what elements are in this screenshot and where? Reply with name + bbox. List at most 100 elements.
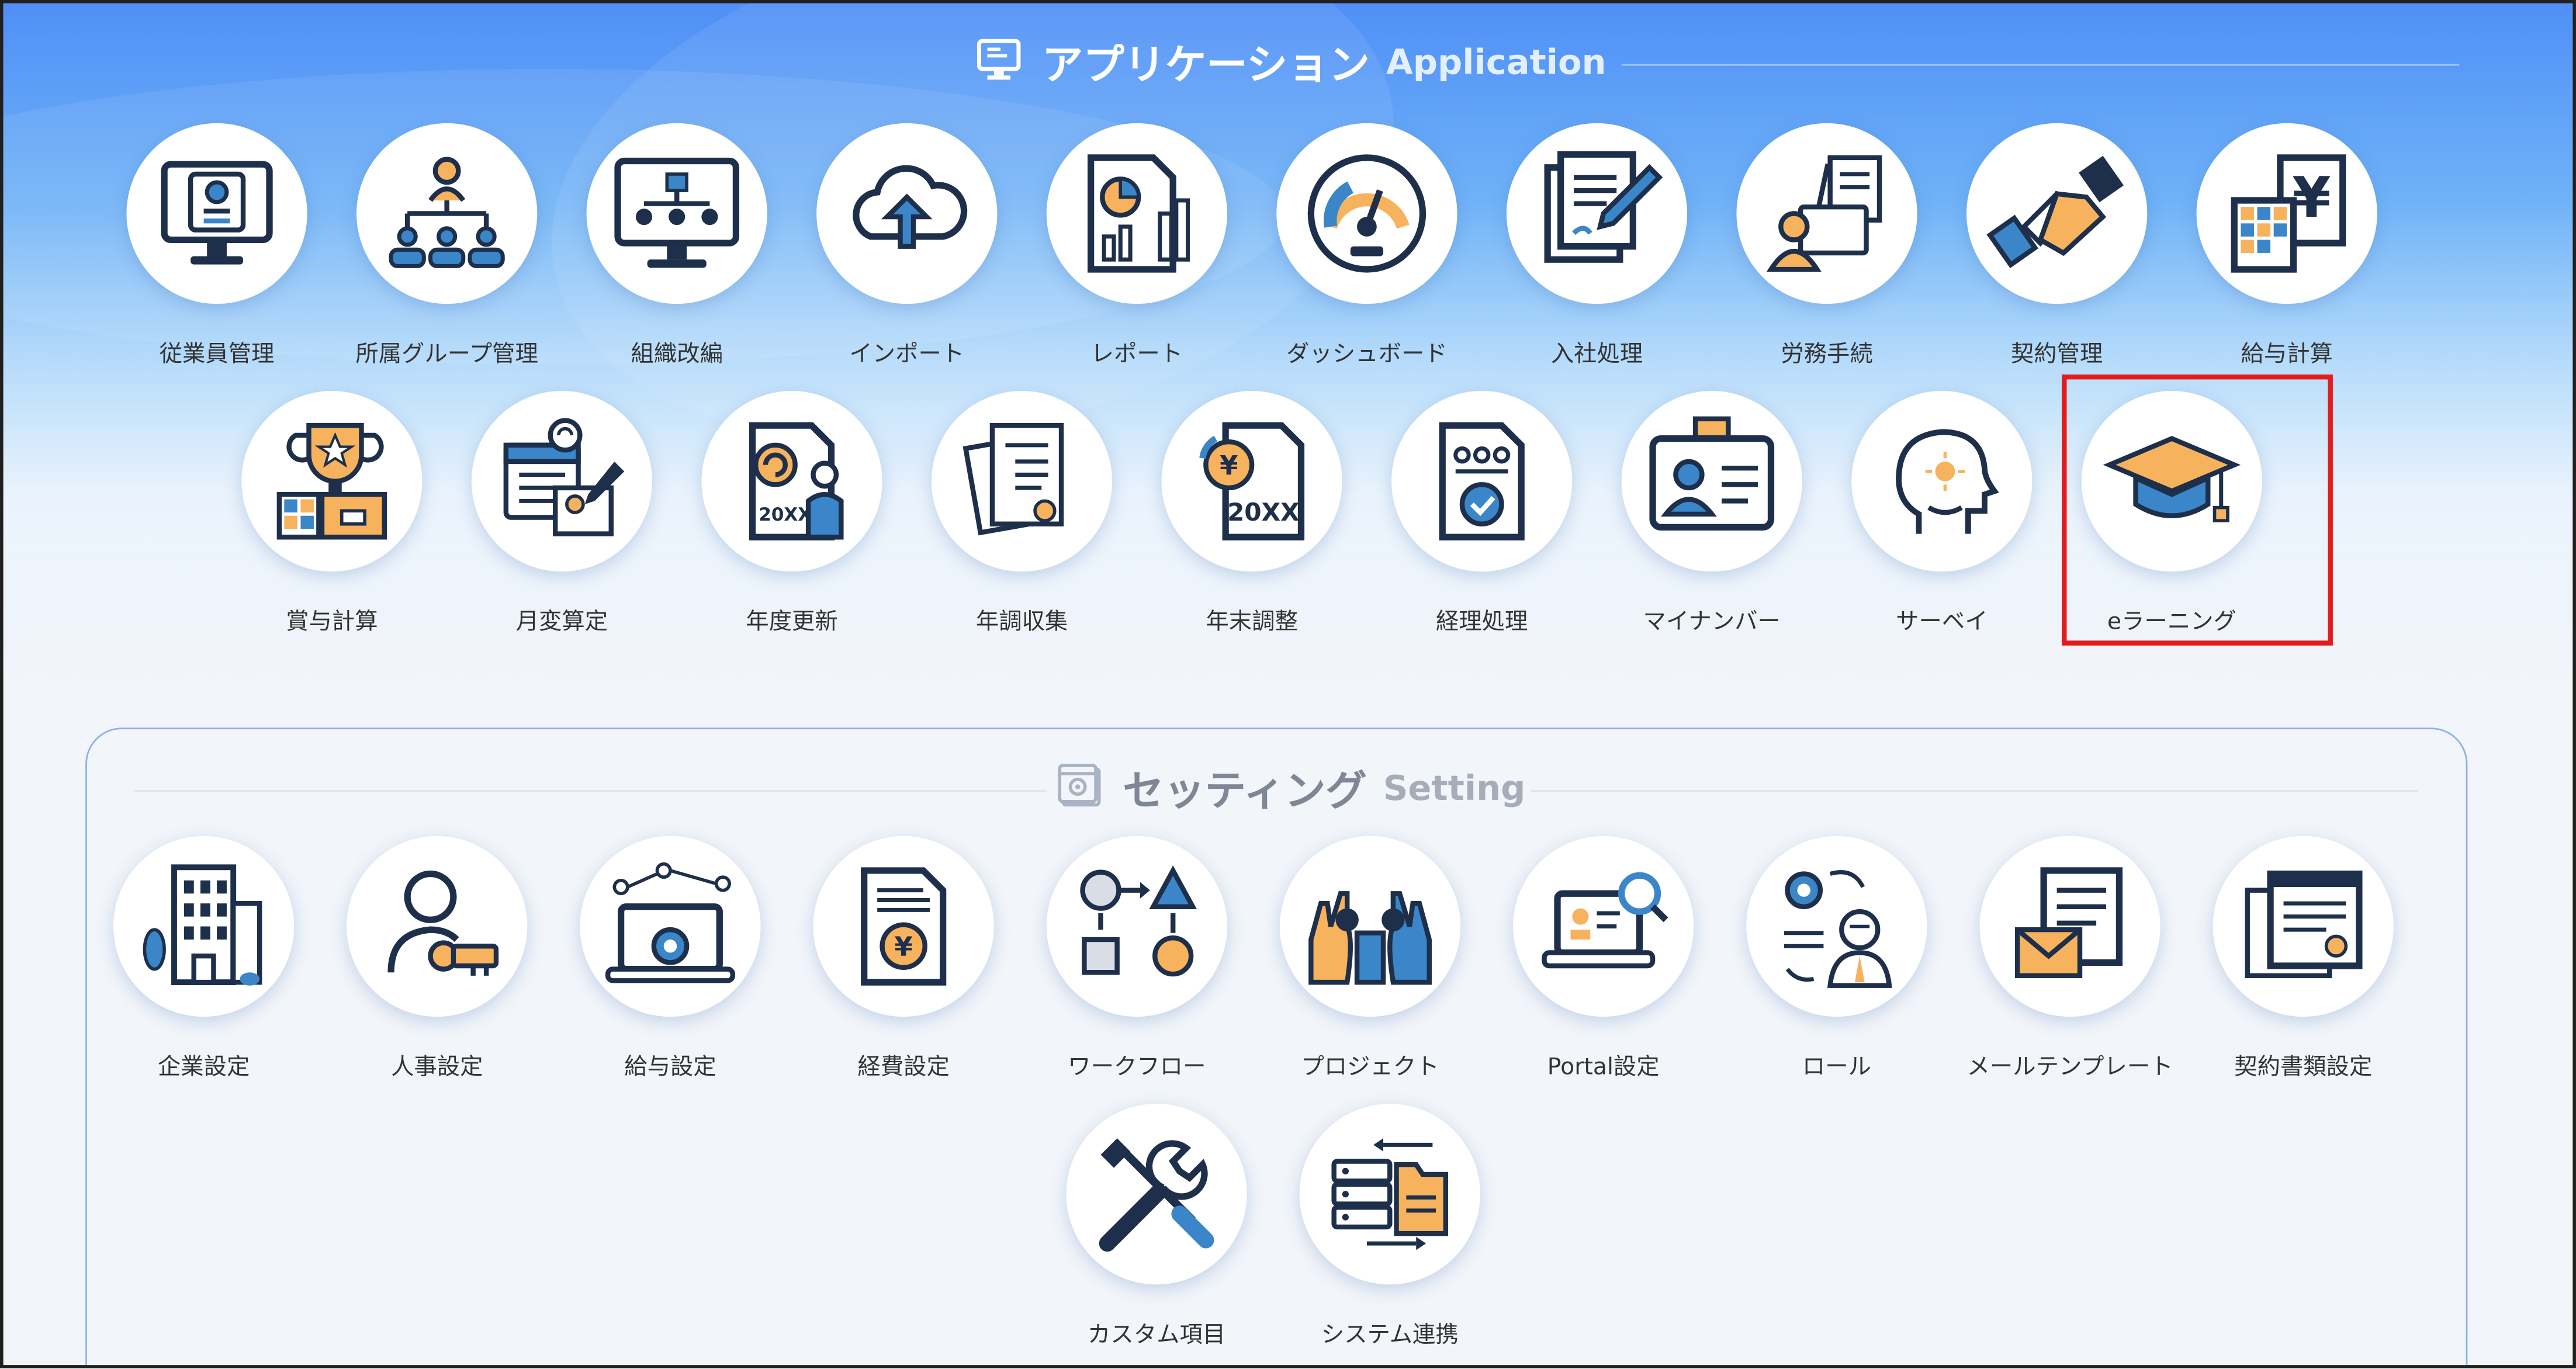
app-item-tile[interactable]: 入社処理 [1482, 123, 1712, 370]
app-item-label[interactable]: 給与計算 [2139, 337, 2435, 369]
app-item-tile[interactable]: 月変算定 [447, 391, 677, 637]
app-item-tile[interactable]: ¥ 給与計算 [2172, 123, 2402, 370]
trophy-icon-graphic [276, 422, 387, 540]
yen-calculator-icon[interactable]: ¥ [2196, 123, 2377, 304]
setting-item-tile[interactable]: 企業設定 [89, 836, 319, 1083]
app-item-tile[interactable]: 従業員管理 [102, 123, 332, 370]
team-icon[interactable] [1279, 836, 1461, 1017]
app-item-tile[interactable]: 賞与計算 [217, 391, 447, 637]
svg-text:¥: ¥ [2292, 165, 2331, 230]
app-item-tile[interactable]: 経理処理 [1367, 391, 1597, 637]
app-item-tile[interactable]: 組織改編 [562, 123, 792, 370]
org-group-icon[interactable] [356, 123, 538, 304]
svg-text:¥: ¥ [1220, 450, 1238, 481]
yen-calculator-icon-graphic: ¥ [2231, 154, 2346, 273]
year-end-adjust-icon[interactable]: ¥20XX [1161, 391, 1342, 572]
document-stack-icon[interactable] [931, 391, 1113, 572]
app-item-tile[interactable]: 所属グループ管理 [332, 123, 562, 370]
app-item-tile[interactable]: 年調収集 [907, 391, 1137, 637]
role-gear-person-icon[interactable] [1746, 836, 1927, 1017]
team-icon-graphic [1308, 891, 1432, 985]
app-item-tile[interactable]: 契約管理 [1942, 123, 2172, 370]
setting-item-tile[interactable]: システム連携 [1275, 1104, 1505, 1350]
calendar-calc-icon-graphic [503, 418, 625, 536]
report-chart-icon-graphic [1088, 154, 1190, 273]
mail-template-icon-graphic [2014, 867, 2123, 979]
application-title: アプリケーション [1042, 41, 1370, 89]
tools-icon-graphic [1099, 1138, 1214, 1252]
setting-title-en: Setting [1383, 768, 1526, 809]
setting-item-tile[interactable]: ¥ 経費設定 [788, 836, 1019, 1083]
app-item-tile[interactable]: インポート [792, 123, 1022, 370]
employee-card-monitor-icon[interactable] [126, 123, 307, 304]
app-item-tile[interactable]: ダッシュボード [1252, 123, 1482, 370]
setting-item-tile[interactable]: ロール [1722, 836, 1952, 1083]
trophy-icon[interactable] [241, 391, 423, 572]
setting-title: セッティング [1123, 767, 1367, 815]
setting-item-tile[interactable]: 契約書類設定 [2189, 836, 2419, 1083]
svg-text:¥: ¥ [895, 931, 913, 962]
role-gear-person-icon-graphic [1784, 870, 1892, 988]
app-item-tile[interactable]: マイナンバー [1597, 391, 1827, 637]
building-icon-graphic [143, 864, 262, 986]
highlight-box [2062, 374, 2333, 646]
contract-docs-icon-graphic [2245, 870, 2363, 979]
accounting-check-icon[interactable] [1391, 391, 1573, 572]
app-item-tile[interactable]: 20XX 年度更新 [677, 391, 907, 637]
expense-document-icon-graphic: ¥ [861, 867, 947, 986]
person-key-icon[interactable] [347, 836, 528, 1017]
monitor-icon [977, 36, 1026, 89]
workflow-icon-graphic [1080, 865, 1197, 977]
contract-docs-icon[interactable] [2213, 836, 2394, 1017]
settings-window-icon [1057, 761, 1106, 817]
application-header: アプリケーション Application [4, 33, 2573, 92]
handshake-icon[interactable] [1966, 123, 2148, 304]
setting-item-tile[interactable]: Portal設定 [1488, 836, 1719, 1083]
calendar-calc-icon[interactable] [471, 391, 653, 572]
employee-card-monitor-icon-graphic [161, 161, 273, 265]
app-item-tile[interactable]: ¥20XX 年末調整 [1137, 391, 1367, 637]
setting-item-tile[interactable]: プロジェクト [1255, 836, 1486, 1083]
year-update-icon-graphic: 20XX [749, 422, 844, 540]
setting-item-label[interactable]: システム連携 [1242, 1318, 1538, 1350]
system-integration-icon[interactable] [1299, 1104, 1480, 1285]
id-card-icon[interactable] [1621, 391, 1802, 572]
laptop-gear-icon[interactable] [580, 836, 761, 1017]
setting-header: セッティング Setting [4, 759, 2573, 818]
document-sign-icon-graphic [1544, 151, 1663, 263]
workflow-icon[interactable] [1046, 836, 1227, 1017]
survey-head-icon[interactable] [1851, 391, 2033, 572]
setting-item-label[interactable]: 契約書類設定 [2155, 1049, 2451, 1082]
divider [1621, 64, 2460, 66]
document-sign-icon[interactable] [1506, 123, 1688, 304]
svg-text:20XX: 20XX [759, 504, 812, 525]
laptop-search-icon[interactable] [1513, 836, 1694, 1017]
mail-template-icon[interactable] [1979, 836, 2160, 1017]
year-update-icon[interactable]: 20XX [701, 391, 882, 572]
svg-text:20XX: 20XX [1227, 498, 1300, 526]
app-item-tile[interactable]: レポート [1022, 123, 1252, 370]
tools-icon[interactable] [1066, 1104, 1247, 1285]
application-title-en: Application [1386, 43, 1606, 82]
org-group-icon-graphic [389, 157, 505, 268]
laptop-search-icon-graphic [1542, 872, 1668, 969]
setting-item-tile[interactable]: 給与設定 [555, 836, 785, 1083]
setting-item-tile[interactable]: メールテンプレート [1955, 836, 2185, 1083]
setting-item-tile[interactable]: ワークフロー [1022, 836, 1252, 1083]
expense-document-icon[interactable]: ¥ [813, 836, 994, 1017]
labor-procedure-icon[interactable] [1736, 123, 1917, 304]
report-chart-icon[interactable] [1046, 123, 1227, 304]
building-icon[interactable] [113, 836, 295, 1017]
person-key-icon-graphic [387, 870, 499, 976]
gauge-icon[interactable] [1276, 123, 1457, 304]
org-chart-monitor-icon[interactable] [586, 123, 767, 304]
org-chart-monitor-icon-graphic [614, 157, 740, 268]
document-stack-icon-graphic [962, 422, 1064, 536]
cloud-upload-icon[interactable] [816, 123, 998, 304]
setting-item-tile[interactable]: カスタム項目 [1041, 1104, 1272, 1350]
accounting-check-icon-graphic [1439, 422, 1525, 540]
survey-head-icon-graphic [1896, 429, 1999, 534]
app-item-tile[interactable]: 労務手続 [1712, 123, 1942, 370]
app-item-tile[interactable]: サーベイ [1827, 391, 2057, 637]
setting-item-tile[interactable]: 人事設定 [322, 836, 552, 1083]
